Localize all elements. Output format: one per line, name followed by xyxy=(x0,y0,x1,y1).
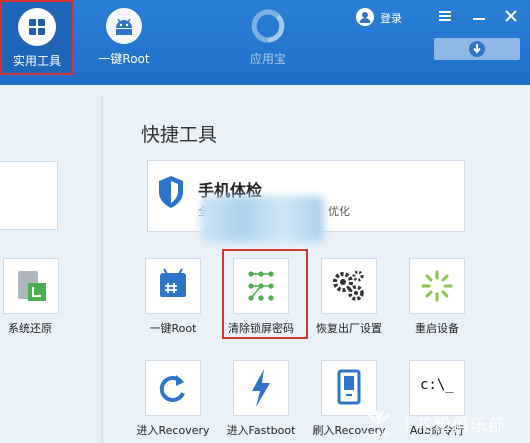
highlight-box xyxy=(222,249,308,339)
system-restore-icon xyxy=(18,271,46,301)
checkup-desc-end: 优化 xyxy=(328,205,350,218)
nav-tab-store[interactable]: 应用宝 xyxy=(232,0,304,75)
tool-label: 一键Root xyxy=(149,322,197,335)
tool-tile-root[interactable] xyxy=(145,258,201,314)
menu-icon[interactable] xyxy=(437,8,453,24)
login-label: 登录 xyxy=(380,12,402,25)
spinner-icon xyxy=(421,270,453,302)
close-icon[interactable] xyxy=(503,8,519,24)
top-nav-bar: 实用工具 一键Root 应用宝 登录 xyxy=(0,0,530,85)
watermark-separator: | xyxy=(404,411,410,430)
login-button[interactable]: 登录 xyxy=(356,7,408,27)
android-root-icon xyxy=(160,268,186,297)
gears-icon xyxy=(333,270,364,301)
download-arrow-icon xyxy=(469,41,485,57)
tool-tile-enter-fastboot[interactable] xyxy=(233,360,289,416)
tool-label: 进入Fastboot xyxy=(226,424,296,437)
terminal-icon: c:\_ xyxy=(420,377,454,393)
tool-label: 系统还原 xyxy=(8,322,52,335)
left-card xyxy=(0,161,58,230)
nav-tab-tools[interactable]: 实用工具 xyxy=(0,0,74,75)
nav-tab-root[interactable]: 一键Root xyxy=(88,0,160,75)
lightning-icon xyxy=(252,369,270,407)
shield-icon xyxy=(159,176,183,208)
tool-tile-factory-reset[interactable] xyxy=(321,258,377,314)
tool-tile-reboot[interactable] xyxy=(409,258,465,314)
tool-label: 进入Recovery xyxy=(136,424,210,437)
nav-tab-tools-label: 实用工具 xyxy=(12,54,61,68)
nav-tab-root-label: 一键Root xyxy=(98,52,150,66)
refresh-icon xyxy=(159,375,185,402)
watermark-brand: 花粉俱乐部 xyxy=(416,416,506,436)
tool-tile-enter-recovery[interactable] xyxy=(145,360,201,416)
watermark-logo-text: HUAWEI xyxy=(362,430,391,438)
android-icon xyxy=(106,8,142,44)
huawei-logo-icon xyxy=(368,410,390,425)
tool-label: 重启设备 xyxy=(415,322,459,335)
store-swirl-icon xyxy=(250,8,286,44)
section-title: 快捷工具 xyxy=(141,124,218,146)
grid-icon xyxy=(18,8,56,46)
tool-label: 恢复出厂设置 xyxy=(316,322,382,335)
user-avatar-icon xyxy=(356,8,374,26)
column-divider xyxy=(101,96,103,443)
download-button[interactable] xyxy=(434,38,520,60)
watermark: HUAWEI | 花粉俱乐部 xyxy=(360,405,530,439)
tool-tile-system-restore[interactable] xyxy=(3,258,59,314)
nav-tab-store-label: 应用宝 xyxy=(249,52,286,66)
minimize-icon[interactable] xyxy=(471,8,487,24)
blurred-overlay xyxy=(200,196,324,242)
